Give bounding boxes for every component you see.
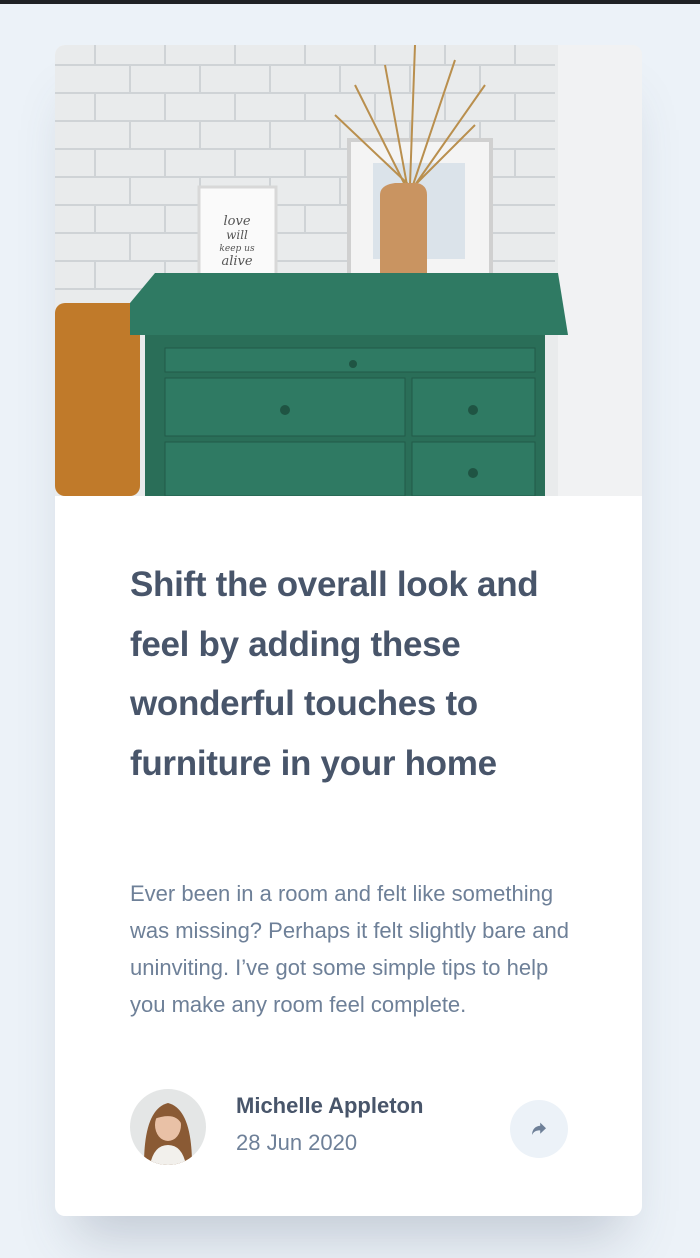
svg-text:love: love xyxy=(223,214,250,229)
share-button[interactable] xyxy=(510,1100,568,1158)
svg-text:keep us: keep us xyxy=(219,244,255,254)
article-card: love will keep us alive Shift the overal… xyxy=(55,45,642,1216)
article-description: Ever been in a room and felt like someth… xyxy=(130,881,569,1017)
article-title: Shift the overall look and feel by addin… xyxy=(130,565,539,783)
share-icon xyxy=(532,1122,546,1135)
svg-text:will: will xyxy=(226,228,248,242)
author-avatar xyxy=(130,1089,206,1165)
article-image-drawers: love will keep us alive xyxy=(55,45,642,496)
author-name[interactable]: Michelle Appleton xyxy=(236,1093,423,1119)
publish-date: 28 Jun 2020 xyxy=(236,1130,358,1155)
window-top-bar xyxy=(0,0,700,4)
svg-text:alive: alive xyxy=(221,254,252,269)
